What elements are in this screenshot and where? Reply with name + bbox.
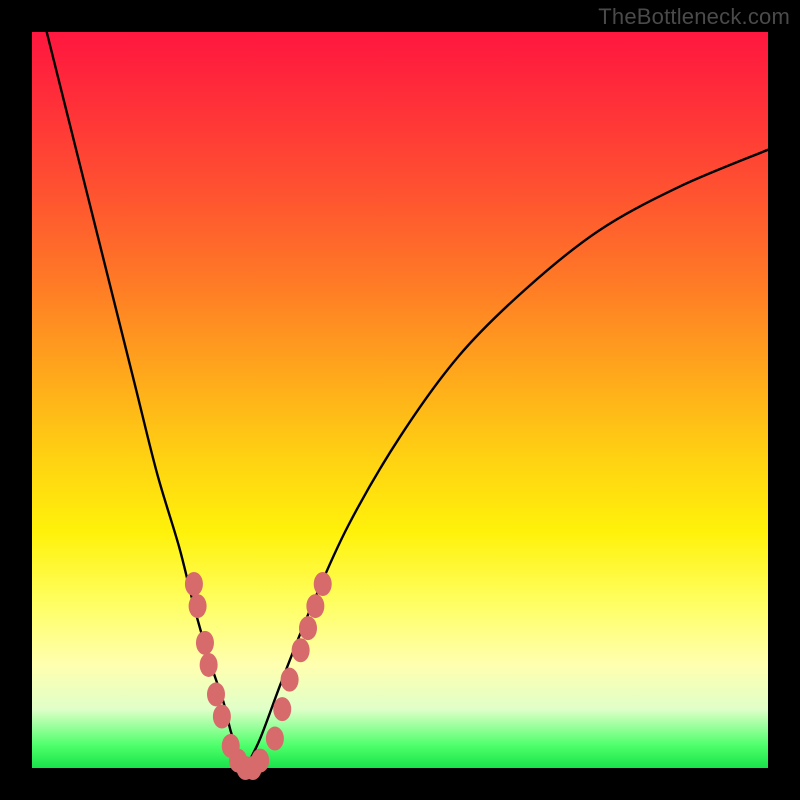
marker-dot bbox=[196, 631, 214, 655]
marker-dot bbox=[266, 727, 284, 751]
marker-cluster bbox=[185, 572, 332, 780]
curve-group bbox=[47, 32, 768, 768]
watermark-text: TheBottleneck.com bbox=[598, 4, 790, 30]
marker-dot bbox=[281, 668, 299, 692]
marker-dot bbox=[306, 594, 324, 618]
marker-dot bbox=[251, 749, 269, 773]
marker-dot bbox=[200, 653, 218, 677]
marker-dot bbox=[273, 697, 291, 721]
chart-frame: TheBottleneck.com bbox=[0, 0, 800, 800]
chart-svg bbox=[32, 32, 768, 768]
marker-dot bbox=[292, 638, 310, 662]
curve-right-branch bbox=[245, 150, 768, 768]
marker-dot bbox=[299, 616, 317, 640]
marker-dot bbox=[185, 572, 203, 596]
marker-dot bbox=[314, 572, 332, 596]
marker-dot bbox=[189, 594, 207, 618]
plot-area bbox=[32, 32, 768, 768]
marker-dot bbox=[207, 682, 225, 706]
marker-dot bbox=[213, 704, 231, 728]
